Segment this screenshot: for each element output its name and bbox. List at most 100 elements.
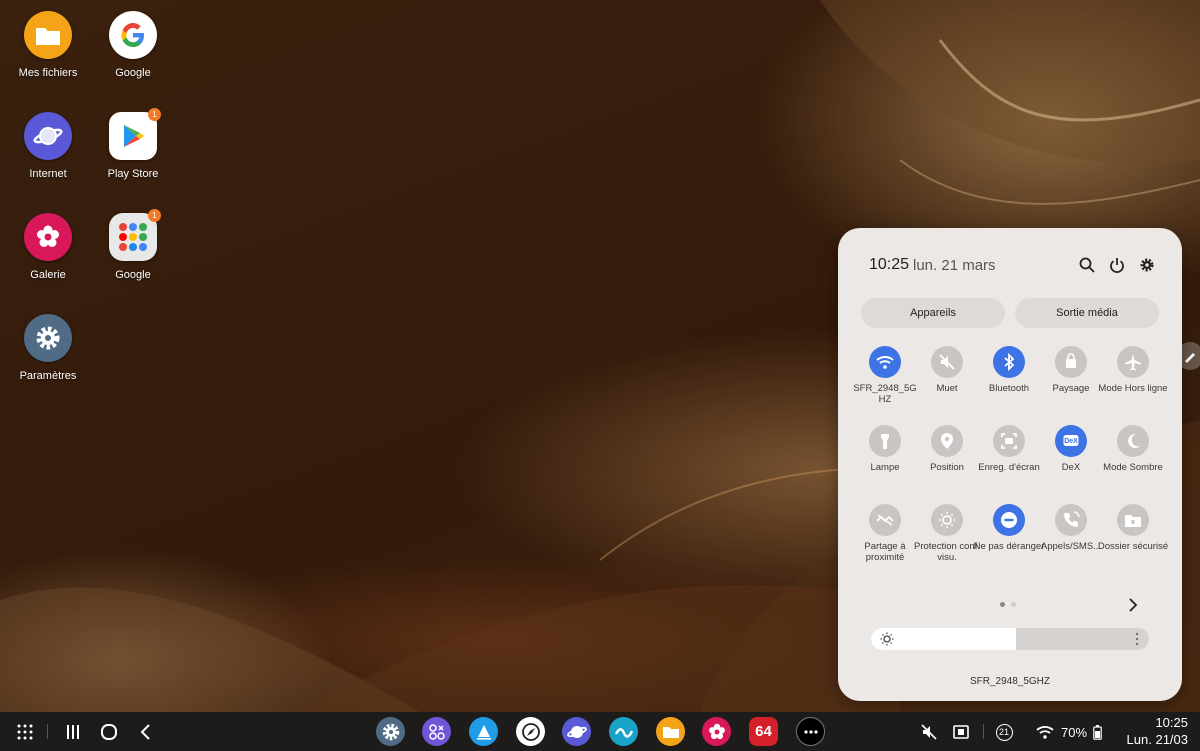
flashlight-icon — [869, 425, 901, 457]
power-icon[interactable] — [1106, 254, 1128, 276]
wave-icon — [614, 722, 634, 742]
sun-icon — [880, 632, 894, 646]
gear-icon — [24, 314, 72, 362]
eye-comfort-icon — [931, 504, 963, 536]
quick-tile-airplane[interactable]: Mode Hors ligne — [1095, 346, 1171, 395]
app-64-icon: 64 — [755, 723, 772, 740]
taskbar-app-compass[interactable] — [516, 717, 545, 746]
bluetooth-icon — [993, 346, 1025, 378]
do-not-disturb-icon — [993, 504, 1025, 536]
desktop-icon-label: Mes fichiers — [18, 67, 78, 79]
quick-tile-label: Dossier sécurisé — [1097, 541, 1169, 552]
search-icon[interactable] — [1076, 254, 1098, 276]
apps-edge-icon — [427, 722, 447, 742]
desktop-icon-label: Internet — [29, 168, 67, 180]
taskbar-app-wave[interactable] — [609, 717, 638, 746]
battery-percentage: 70% — [1060, 724, 1088, 740]
desktop-icon-play-store[interactable]: 1 Play Store — [88, 108, 178, 180]
quick-panel-date: lun. 21 mars — [913, 257, 996, 274]
media-output-button[interactable]: Sortie média — [1015, 298, 1159, 328]
secure-folder-icon — [1117, 504, 1149, 536]
dex-icon: DeX — [1055, 425, 1087, 457]
devices-button[interactable]: Appareils — [861, 298, 1005, 328]
desktop-icon-label: Google — [115, 269, 151, 281]
battery-icon — [1091, 720, 1103, 744]
pencil-icon — [1185, 353, 1195, 363]
screen-capture-status[interactable] — [950, 720, 972, 744]
quick-panel: 10:25 lun. 21 mars Appareils Sortie médi… — [838, 228, 1182, 701]
screen-record-icon — [953, 725, 969, 739]
taskbar-app-more-apps[interactable] — [796, 717, 825, 746]
page-indicator — [1000, 602, 1016, 607]
desktop-icon-label: Paramètres — [19, 370, 77, 382]
connected-network-name: SFR_2948_5GHZ — [969, 676, 1051, 687]
page-dot — [1000, 602, 1005, 607]
taskbar-app-flower[interactable] — [702, 717, 731, 746]
quick-tile-moon[interactable]: Mode Sombre — [1095, 425, 1171, 474]
notification-count[interactable]: 21 — [992, 720, 1016, 744]
quick-tile-label: Mode Hors ligne — [1098, 383, 1168, 394]
desktop-icon-label: Galerie — [30, 269, 66, 281]
flower-icon — [24, 213, 72, 261]
taskbar-app-app-64[interactable]: 64 — [749, 717, 778, 746]
desktop-icon-internet[interactable]: Internet — [3, 112, 93, 180]
folder-icon — [24, 11, 72, 59]
back-icon — [140, 724, 150, 740]
taskbar: 64 21 70% 10:25 Lun. 21/03 — [0, 712, 1200, 751]
folder-icon — [661, 722, 681, 742]
quick-tile-secure-folder[interactable]: Dossier sécurisé — [1095, 504, 1171, 553]
sail-icon — [474, 722, 494, 742]
mute-icon — [921, 724, 937, 740]
next-page-button[interactable] — [1122, 594, 1144, 616]
notification-count-badge: 21 — [995, 723, 1013, 741]
app-drawer-button[interactable] — [14, 720, 36, 744]
gear-icon — [381, 722, 401, 742]
wifi-status[interactable] — [1036, 720, 1054, 744]
taskbar-divider — [983, 724, 984, 739]
notification-badge: 1 — [148, 209, 161, 222]
desktop-icon-google[interactable]: Google — [88, 11, 178, 79]
dex-text: DeX — [1064, 437, 1078, 445]
back-button[interactable] — [135, 720, 155, 744]
grid-icon — [17, 724, 33, 740]
calls-sms-icon — [1055, 504, 1087, 536]
taskbar-app-gear[interactable] — [376, 717, 405, 746]
brightness-slider[interactable] — [871, 628, 1149, 650]
taskbar-clock[interactable]: 10:25 Lun. 21/03 — [1127, 714, 1188, 748]
chevron-right-icon — [1129, 598, 1138, 612]
compass-icon — [521, 722, 541, 742]
desktop-icon-label: Google — [115, 67, 151, 79]
taskbar-app-apps-edge[interactable] — [422, 717, 451, 746]
recent-apps-button[interactable] — [63, 720, 83, 744]
taskbar-app-sail[interactable] — [469, 717, 498, 746]
wifi-icon — [1036, 726, 1054, 739]
desktop-icon-my-files[interactable]: Mes fichiers — [3, 11, 93, 79]
rotation-lock-icon — [1055, 346, 1087, 378]
desktop-icon-settings[interactable]: Paramètres — [3, 314, 93, 382]
clock-time: 10:25 — [1155, 715, 1188, 730]
more-apps-icon — [801, 722, 821, 742]
taskbar-app-folder[interactable] — [656, 717, 685, 746]
planet-icon — [24, 112, 72, 160]
taskbar-app-planet[interactable] — [562, 717, 591, 746]
airplane-icon — [1117, 346, 1149, 378]
mute-icon — [931, 346, 963, 378]
desktop-icon-gallery[interactable]: Galerie — [3, 213, 93, 281]
page-dot — [1011, 602, 1016, 607]
wifi-icon — [869, 346, 901, 378]
home-button[interactable] — [98, 720, 120, 744]
more-options-icon[interactable] — [1135, 632, 1139, 646]
nearby-share-icon — [869, 504, 901, 536]
taskbar-divider — [47, 724, 48, 739]
planet-icon — [566, 722, 587, 742]
location-icon — [931, 425, 963, 457]
screen-record-icon — [993, 425, 1025, 457]
quick-panel-time: 10:25 — [869, 256, 910, 273]
quick-tile-label: Mode Sombre — [1103, 462, 1163, 473]
desktop-icon-google-folder[interactable]: 1 Google — [88, 209, 178, 281]
notification-badge: 1 — [148, 108, 161, 121]
gear-icon[interactable] — [1136, 254, 1158, 276]
sound-status[interactable] — [918, 720, 940, 744]
recents-icon — [67, 725, 79, 739]
flower-icon — [707, 722, 727, 742]
